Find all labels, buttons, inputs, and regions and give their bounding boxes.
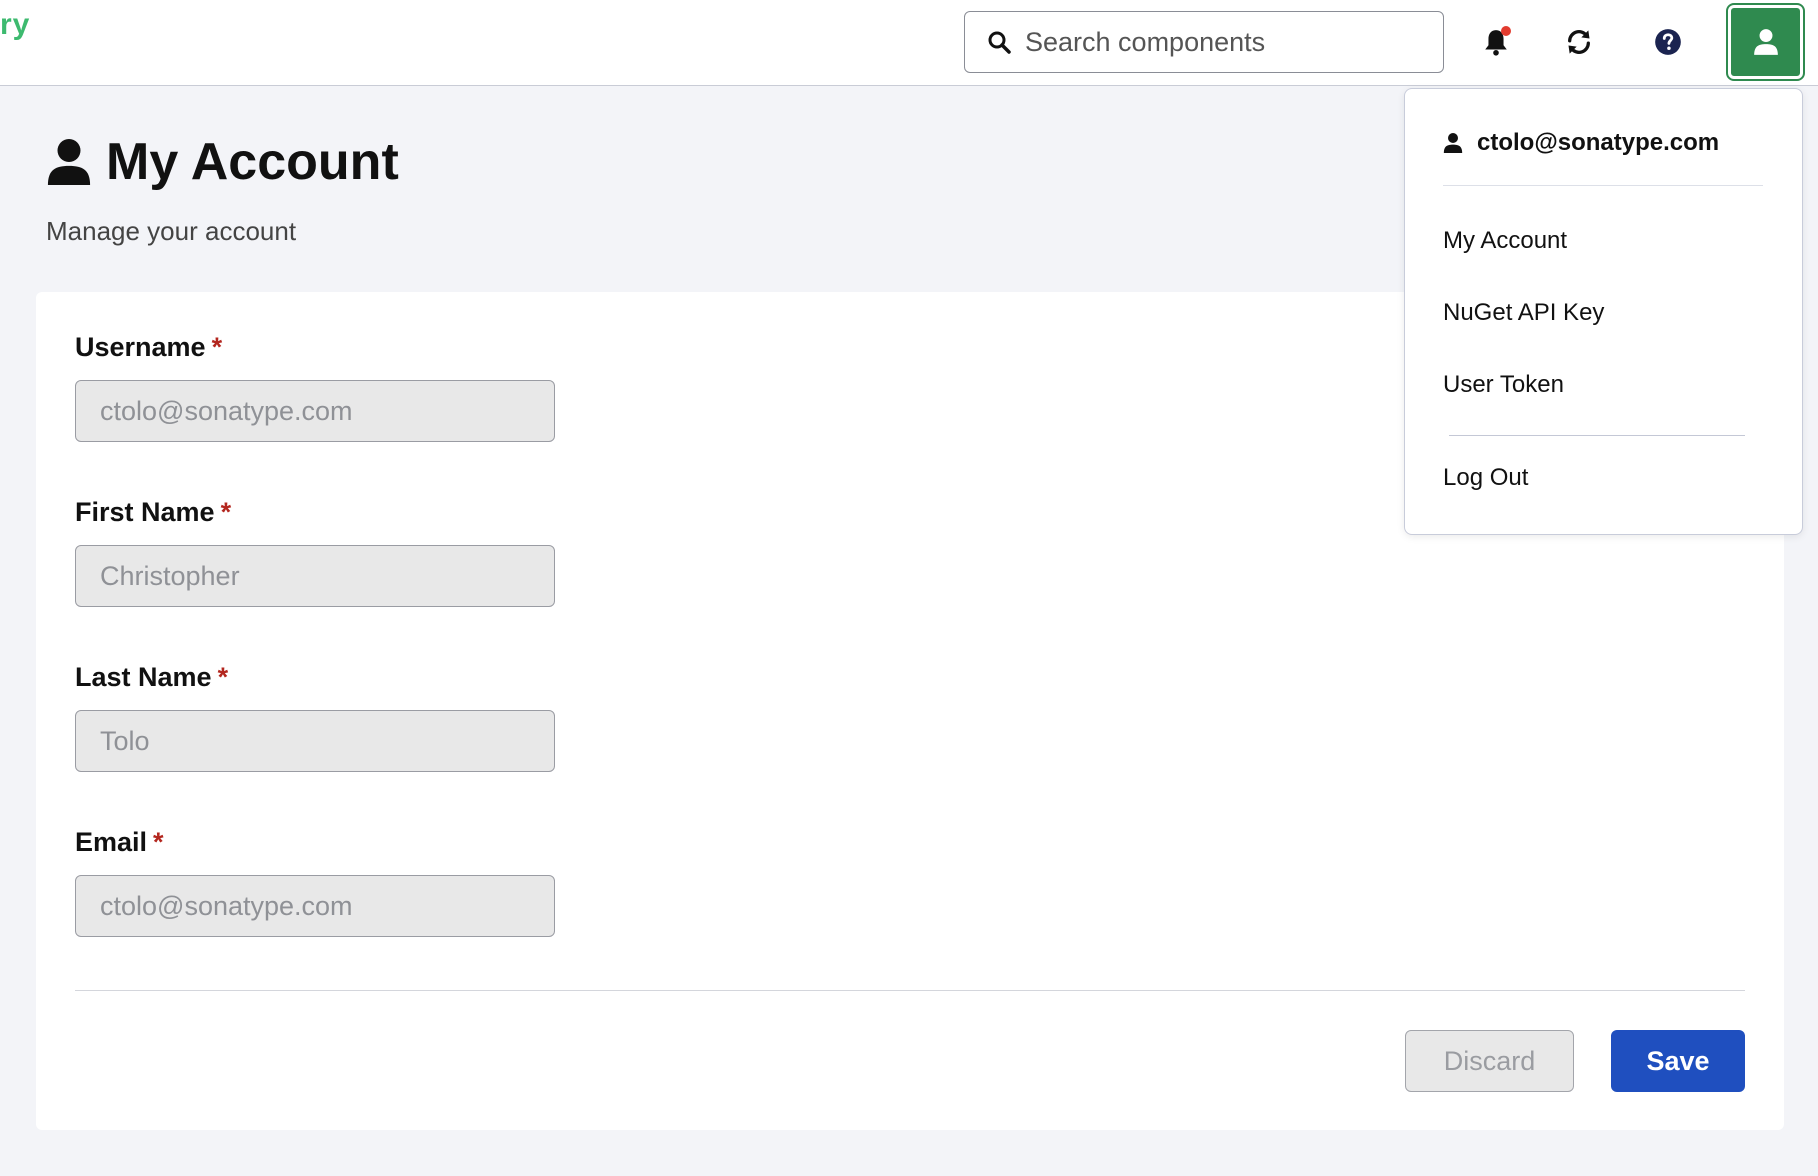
dropdown-user-info: ctolo@sonatype.com <box>1443 129 1719 157</box>
required-mark: * <box>153 827 164 857</box>
first-name-label-text: First Name <box>75 497 215 527</box>
menu-item-log-out[interactable]: Log Out <box>1443 464 1528 492</box>
refresh-icon <box>1568 30 1590 54</box>
page-title: My Account <box>106 133 399 191</box>
brand-logo-text[interactable]: ry <box>0 8 30 42</box>
search-icon <box>988 31 1011 54</box>
menu-item-my-account[interactable]: My Account <box>1443 227 1567 255</box>
dropdown-divider <box>1449 435 1745 436</box>
save-button[interactable]: Save <box>1611 1030 1745 1092</box>
last-name-label: Last Name * <box>75 662 228 693</box>
username-label: Username * <box>75 332 222 363</box>
first-name-field[interactable] <box>75 545 555 607</box>
dropdown-username: ctolo@sonatype.com <box>1477 129 1720 156</box>
help-button[interactable] <box>1648 22 1688 62</box>
email-label-text: Email <box>75 827 148 857</box>
user-dropdown-menu: ctolo@sonatype.com My Account NuGet API … <box>1404 88 1803 535</box>
required-mark: * <box>220 497 232 527</box>
user-menu-button[interactable] <box>1726 3 1805 81</box>
page-subtitle: Manage your account <box>46 216 297 246</box>
user-icon <box>1443 133 1463 153</box>
form-divider <box>75 990 1745 991</box>
search-input[interactable] <box>1025 26 1425 58</box>
menu-item-user-token[interactable]: User Token <box>1443 371 1564 399</box>
discard-button[interactable]: Discard <box>1405 1030 1574 1092</box>
first-name-label: First Name * <box>75 497 231 528</box>
required-mark: * <box>211 332 223 362</box>
last-name-label-text: Last Name <box>75 662 212 692</box>
email-field[interactable] <box>75 875 555 937</box>
notifications-button[interactable] <box>1476 22 1516 62</box>
notification-dot <box>1501 26 1511 36</box>
email-label: Email * <box>75 827 164 858</box>
username-field[interactable] <box>75 380 555 442</box>
search-box[interactable] <box>964 11 1444 73</box>
refresh-button[interactable] <box>1559 22 1599 62</box>
required-mark: * <box>217 662 229 692</box>
username-label-text: Username <box>75 332 206 362</box>
page-header: My Account <box>46 132 399 192</box>
user-icon <box>47 139 91 185</box>
last-name-field[interactable] <box>75 710 555 772</box>
top-header: ry <box>0 0 1818 86</box>
menu-item-nuget-api-key[interactable]: NuGet API Key <box>1443 299 1604 327</box>
user-icon <box>1753 29 1778 55</box>
dropdown-divider <box>1443 185 1763 186</box>
help-icon <box>1655 29 1681 55</box>
